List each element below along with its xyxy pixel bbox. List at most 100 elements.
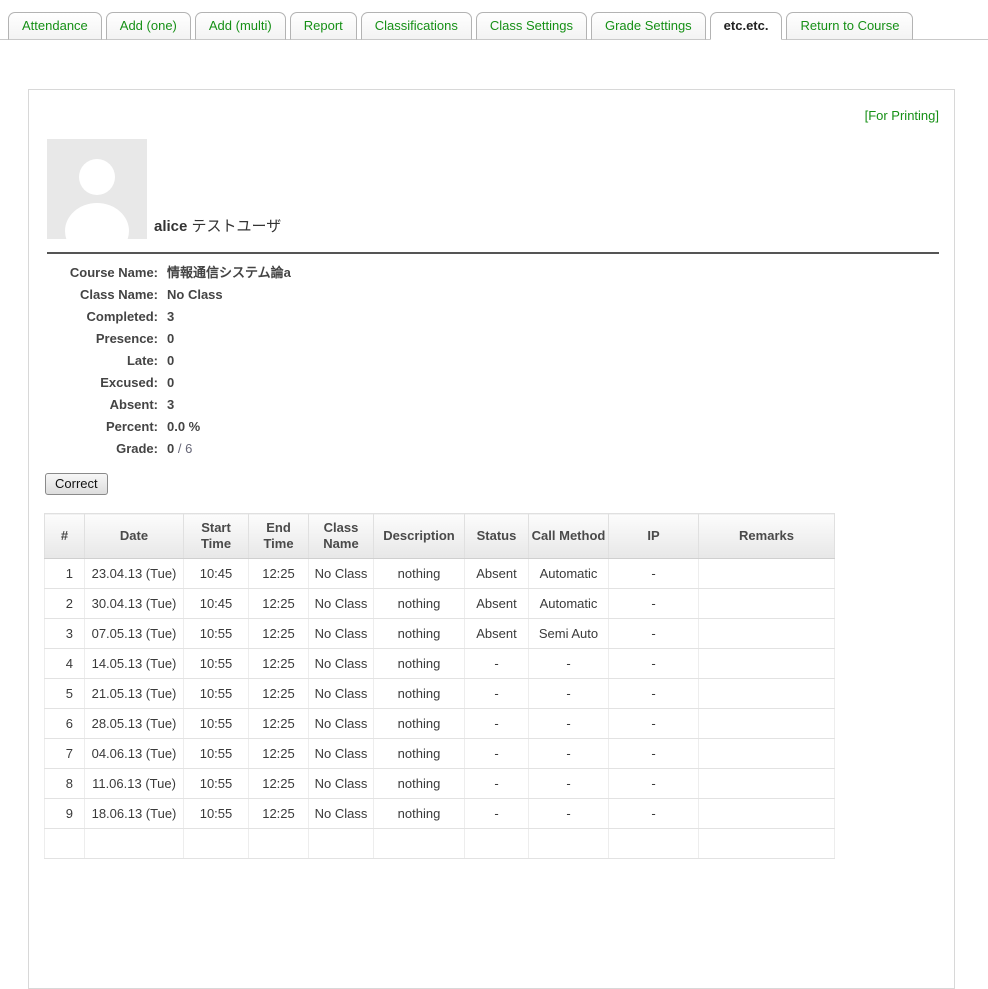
table-cell bbox=[699, 589, 835, 619]
table-cell: 1 bbox=[45, 559, 85, 589]
table-cell: - bbox=[609, 709, 699, 739]
table-cell: 8 bbox=[45, 769, 85, 799]
table-row: 704.06.13 (Tue)10:5512:25No Classnothing… bbox=[45, 739, 835, 769]
tab-add-multi[interactable]: Add (multi) bbox=[195, 12, 286, 40]
table-cell: 12:25 bbox=[249, 559, 309, 589]
table-cell: 6 bbox=[45, 709, 85, 739]
table-cell: - bbox=[465, 679, 529, 709]
table-cell: nothing bbox=[374, 679, 465, 709]
table-cell bbox=[699, 709, 835, 739]
table-cell bbox=[45, 829, 85, 859]
table-cell: Automatic bbox=[529, 559, 609, 589]
table-cell bbox=[529, 829, 609, 859]
table-cell: 12:25 bbox=[249, 769, 309, 799]
column-header-date: Date bbox=[85, 514, 184, 559]
table-row: 307.05.13 (Tue)10:5512:25No Classnothing… bbox=[45, 619, 835, 649]
table-cell: - bbox=[529, 739, 609, 769]
table-cell: nothing bbox=[374, 649, 465, 679]
table-cell bbox=[374, 829, 465, 859]
table-cell: 12:25 bbox=[249, 799, 309, 829]
tab-add-one[interactable]: Add (one) bbox=[106, 12, 191, 40]
summary-value: 0 bbox=[167, 438, 174, 460]
table-cell: 2 bbox=[45, 589, 85, 619]
table-cell: - bbox=[529, 769, 609, 799]
tab-etc-etc[interactable]: etc.etc. bbox=[710, 12, 783, 40]
table-cell bbox=[699, 649, 835, 679]
summary-row-absent: Absent:3 bbox=[46, 394, 954, 416]
table-cell: 12:25 bbox=[249, 649, 309, 679]
attendance-table: #DateStart TimeEnd TimeClass NameDescrip… bbox=[44, 513, 835, 859]
table-cell bbox=[465, 829, 529, 859]
summary-value: 0 bbox=[167, 328, 174, 350]
table-cell: 10:55 bbox=[184, 739, 249, 769]
summary-label: Excused: bbox=[46, 372, 158, 394]
username: alice bbox=[154, 218, 187, 235]
table-cell: 10:55 bbox=[184, 799, 249, 829]
summary-label: Class Name: bbox=[46, 284, 158, 306]
table-row: 628.05.13 (Tue)10:5512:25No Classnothing… bbox=[45, 709, 835, 739]
table-cell: Absent bbox=[465, 589, 529, 619]
table-cell: 4 bbox=[45, 649, 85, 679]
table-cell bbox=[699, 799, 835, 829]
user-name: alice テストユーザ bbox=[154, 215, 281, 239]
table-cell bbox=[699, 679, 835, 709]
table-cell: - bbox=[609, 559, 699, 589]
table-cell: nothing bbox=[374, 559, 465, 589]
table-cell bbox=[699, 559, 835, 589]
divider bbox=[47, 252, 939, 254]
table-cell: 12:25 bbox=[249, 709, 309, 739]
column-header-status: Status bbox=[465, 514, 529, 559]
tab-classifications[interactable]: Classifications bbox=[361, 12, 472, 40]
table-cell: 18.06.13 (Tue) bbox=[85, 799, 184, 829]
table-cell: No Class bbox=[309, 679, 374, 709]
table-cell: - bbox=[465, 739, 529, 769]
tab-class-settings[interactable]: Class Settings bbox=[476, 12, 587, 40]
table-cell: 12:25 bbox=[249, 619, 309, 649]
content-panel: [For Printing] alice テストユーザ Course Name:… bbox=[28, 89, 955, 989]
table-cell: No Class bbox=[309, 589, 374, 619]
table-cell: nothing bbox=[374, 709, 465, 739]
summary-row-completed: Completed:3 bbox=[46, 306, 954, 328]
table-cell: - bbox=[609, 769, 699, 799]
avatar bbox=[47, 139, 147, 239]
tab-report[interactable]: Report bbox=[290, 12, 357, 40]
table-cell bbox=[699, 619, 835, 649]
table-cell: 14.05.13 (Tue) bbox=[85, 649, 184, 679]
tab-attendance[interactable]: Attendance bbox=[8, 12, 102, 40]
tab-return-to-course[interactable]: Return to Course bbox=[786, 12, 913, 40]
tab-grade-settings[interactable]: Grade Settings bbox=[591, 12, 706, 40]
table-cell: 10:55 bbox=[184, 769, 249, 799]
summary-value-suffix: / 6 bbox=[174, 438, 192, 460]
table-cell: 12:25 bbox=[249, 589, 309, 619]
summary-value: 0 bbox=[167, 372, 174, 394]
table-cell: No Class bbox=[309, 799, 374, 829]
for-printing-link[interactable]: [For Printing] bbox=[865, 108, 939, 123]
table-cell bbox=[85, 829, 184, 859]
print-link-wrap: [For Printing] bbox=[29, 90, 954, 124]
table-cell bbox=[184, 829, 249, 859]
column-header-call-method: Call Method bbox=[529, 514, 609, 559]
attendance-table-body: 123.04.13 (Tue)10:4512:25No Classnothing… bbox=[45, 559, 835, 859]
summary-value: 3 bbox=[167, 394, 174, 416]
display-name: テストユーザ bbox=[192, 218, 282, 235]
summary-row-class-name: Class Name:No Class bbox=[46, 284, 954, 306]
summary-row-course-name: Course Name:情報通信システム論a bbox=[46, 262, 954, 284]
summary-row-percent: Percent:0.0 % bbox=[46, 416, 954, 438]
summary-row-excused: Excused: 0 bbox=[46, 372, 954, 394]
table-cell: 10:55 bbox=[184, 709, 249, 739]
table-cell: No Class bbox=[309, 619, 374, 649]
table-cell: 07.05.13 (Tue) bbox=[85, 619, 184, 649]
table-cell: 11.06.13 (Tue) bbox=[85, 769, 184, 799]
table-cell: - bbox=[609, 679, 699, 709]
table-cell: nothing bbox=[374, 589, 465, 619]
table-cell: Semi Auto bbox=[529, 619, 609, 649]
column-header-description: Description bbox=[374, 514, 465, 559]
correct-button[interactable]: Correct bbox=[45, 473, 108, 495]
user-row: alice テストユーザ bbox=[47, 139, 954, 239]
table-cell bbox=[699, 769, 835, 799]
table-cell: No Class bbox=[309, 739, 374, 769]
table-cell: - bbox=[609, 619, 699, 649]
summary-value: 3 bbox=[167, 306, 174, 328]
summary-label: Percent: bbox=[46, 416, 158, 438]
table-cell: 7 bbox=[45, 739, 85, 769]
